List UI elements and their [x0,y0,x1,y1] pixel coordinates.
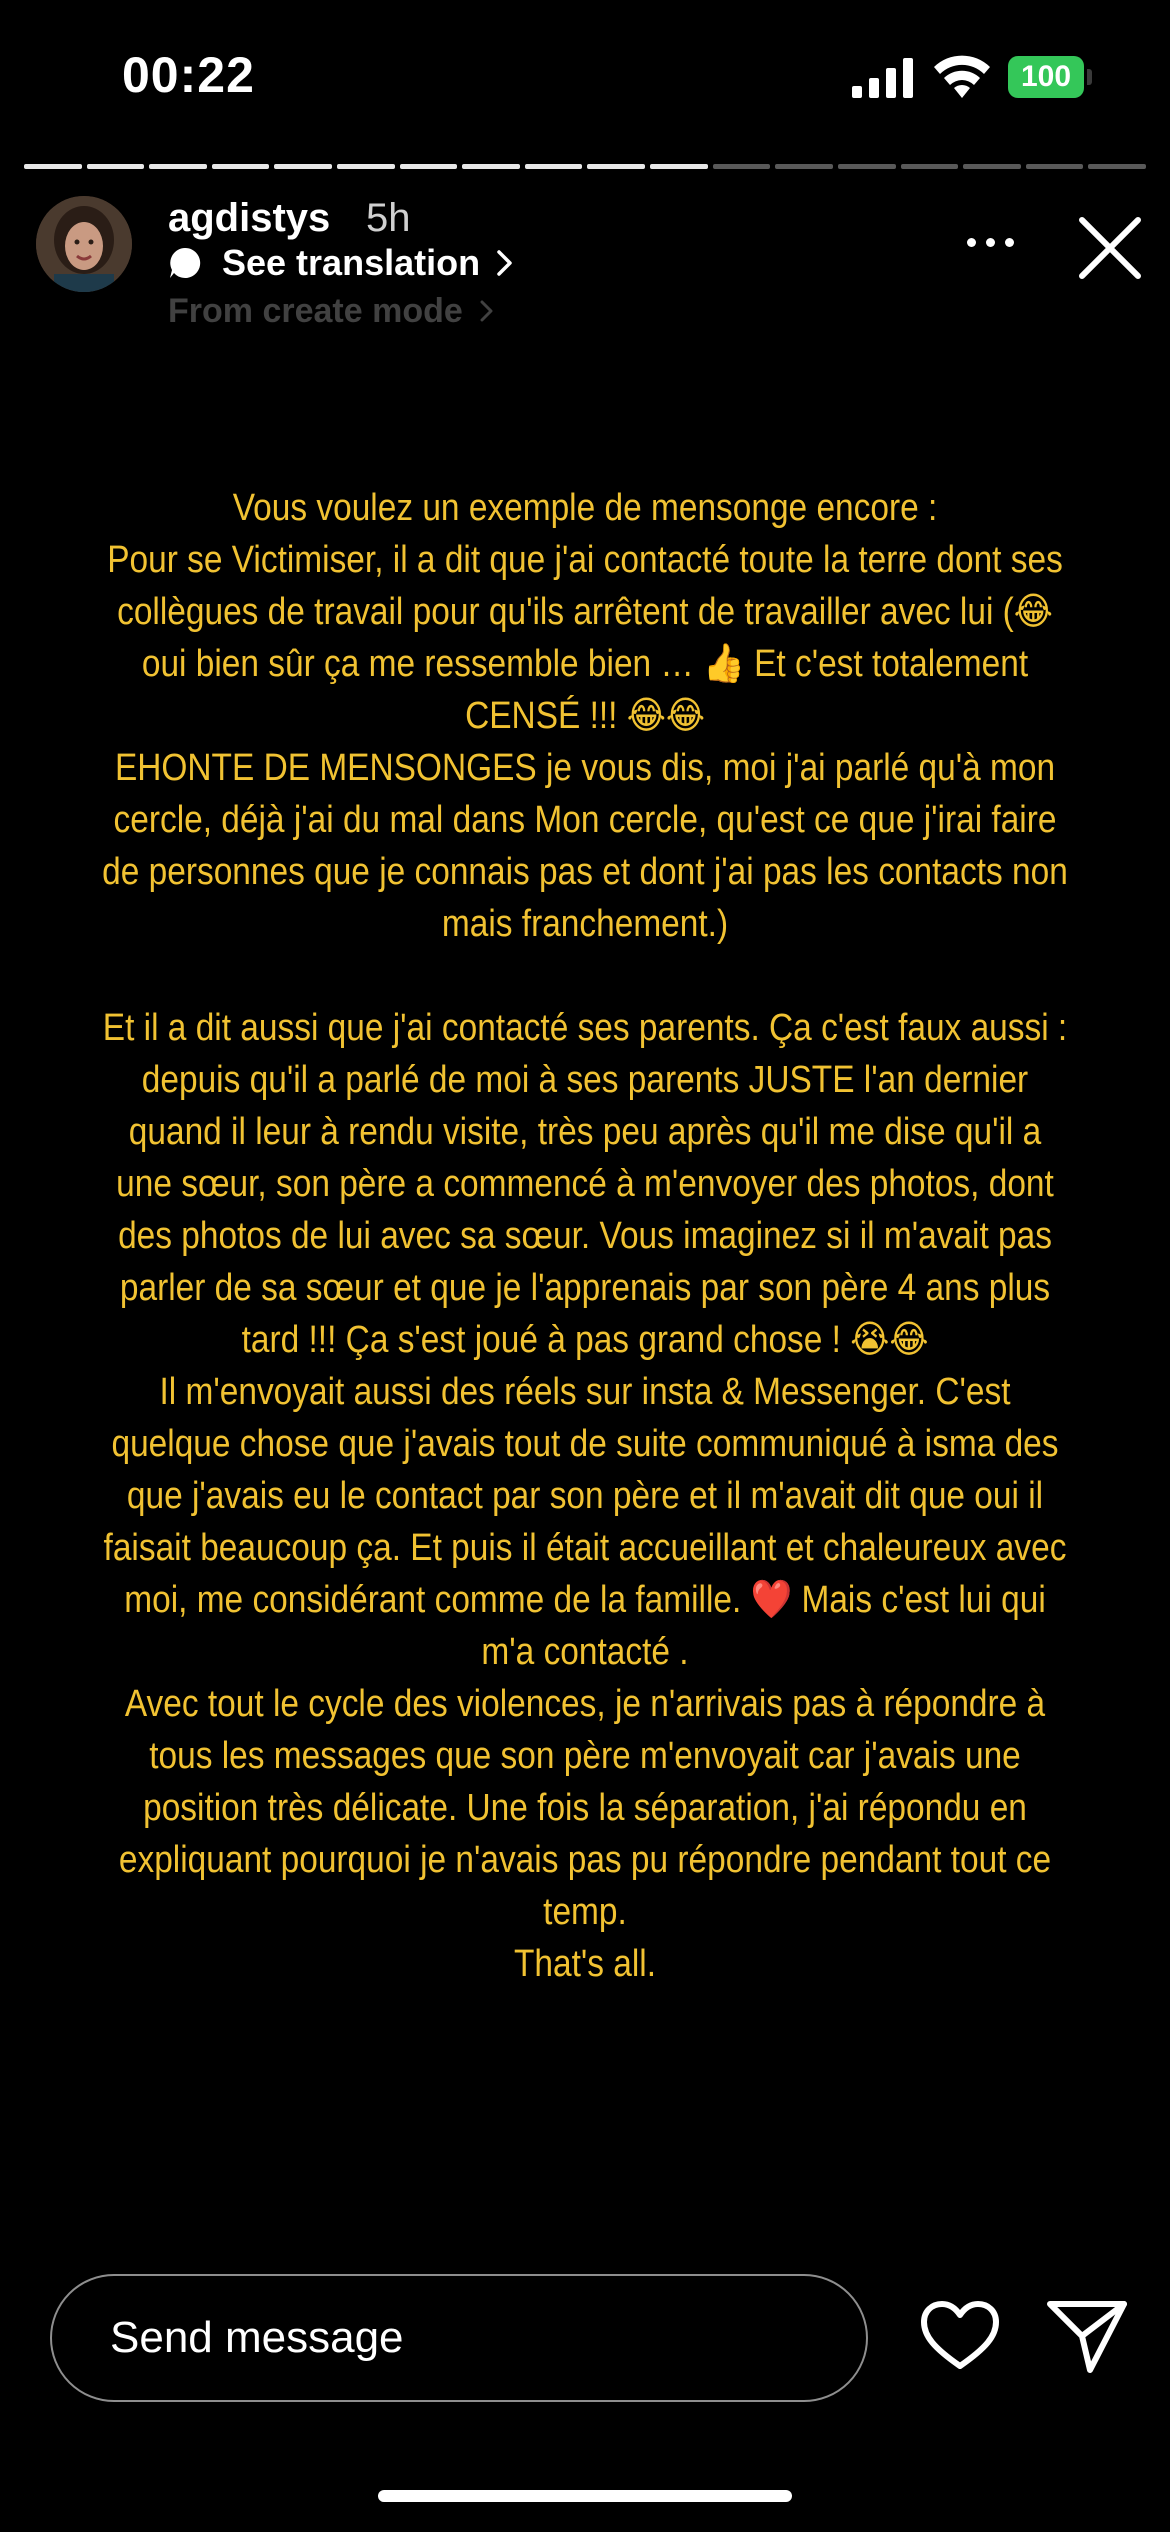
more-options-button[interactable] [958,222,1022,262]
story-progress-segment [775,164,833,169]
story-paragraph: Avec tout le cycle des violences, je n'a… [118,1683,1052,1933]
see-translation-button[interactable]: See translation [168,240,514,286]
story-paragraph: Vous voulez un exemple de mensonge encor… [232,487,938,529]
close-icon [1079,217,1141,279]
send-button[interactable] [1046,2298,1128,2374]
ellipsis-icon [966,237,976,247]
cellular-signal-icon [852,58,913,98]
story-time-ago: 5h [366,196,411,240]
story-paragraph: Et il a dit aussi que j'ai contacté ses … [102,1007,1068,1361]
story-progress-segment [1088,164,1146,169]
story-progress-segment [900,164,959,169]
story-progress-segment [587,164,646,169]
story-progress-segment [274,164,333,169]
story-username[interactable]: agdistys [168,196,330,241]
story-progress-segment [337,164,395,169]
send-message-field[interactable] [50,2274,868,2402]
from-create-mode-link[interactable]: From create mode [168,290,497,332]
story-progress-segment [211,164,270,169]
battery-level: 100 [1020,60,1072,93]
story-progress-segment [1025,164,1084,169]
story-progress-segment [24,164,82,169]
chevron-right-icon [497,250,512,276]
chevron-right-icon [480,300,493,322]
story-progress-segment [149,164,207,169]
heart-icon [921,2301,999,2369]
story-text: Vous voulez un exemple de mensonge encor… [102,482,1068,1990]
story-progress-segment [524,164,583,169]
from-create-mode-label: From create mode [168,291,463,330]
send-icon [1047,2301,1127,2373]
battery-indicator: 100 [1008,56,1092,98]
story-progress-segment [462,164,520,169]
story-progress-segment [650,164,708,169]
close-button[interactable] [1074,212,1146,284]
wifi-icon [934,55,990,98]
story-paragraph: EHONTE DE MENSONGES je vous dis, moi j'a… [102,747,1068,945]
story-progress-segment [837,164,896,169]
story-paragraph: That's all. [513,1943,657,1985]
home-indicator[interactable] [378,2490,792,2502]
story-progress-segment [712,164,771,169]
story-progress-segment [86,164,145,169]
status-bar: 00:22 100 [0,0,1170,150]
avatar-image [36,196,132,292]
story-progress-segment [399,164,458,169]
translate-icon [170,247,201,278]
story-paragraph: Pour se Victimiser, il a dit que j'ai co… [107,539,1063,737]
story-progress-segments [24,164,1146,169]
see-translation-label: See translation [222,242,481,283]
send-message-input[interactable] [110,2276,830,2400]
story-paragraph: Il m'envoyait aussi des réels sur insta … [103,1371,1067,1673]
like-button[interactable] [920,2300,1000,2372]
battery-tip [1087,69,1092,85]
story-progress [24,164,1146,169]
status-time: 00:22 [122,47,255,103]
story-progress-segment [963,164,1021,169]
avatar[interactable] [36,196,132,292]
